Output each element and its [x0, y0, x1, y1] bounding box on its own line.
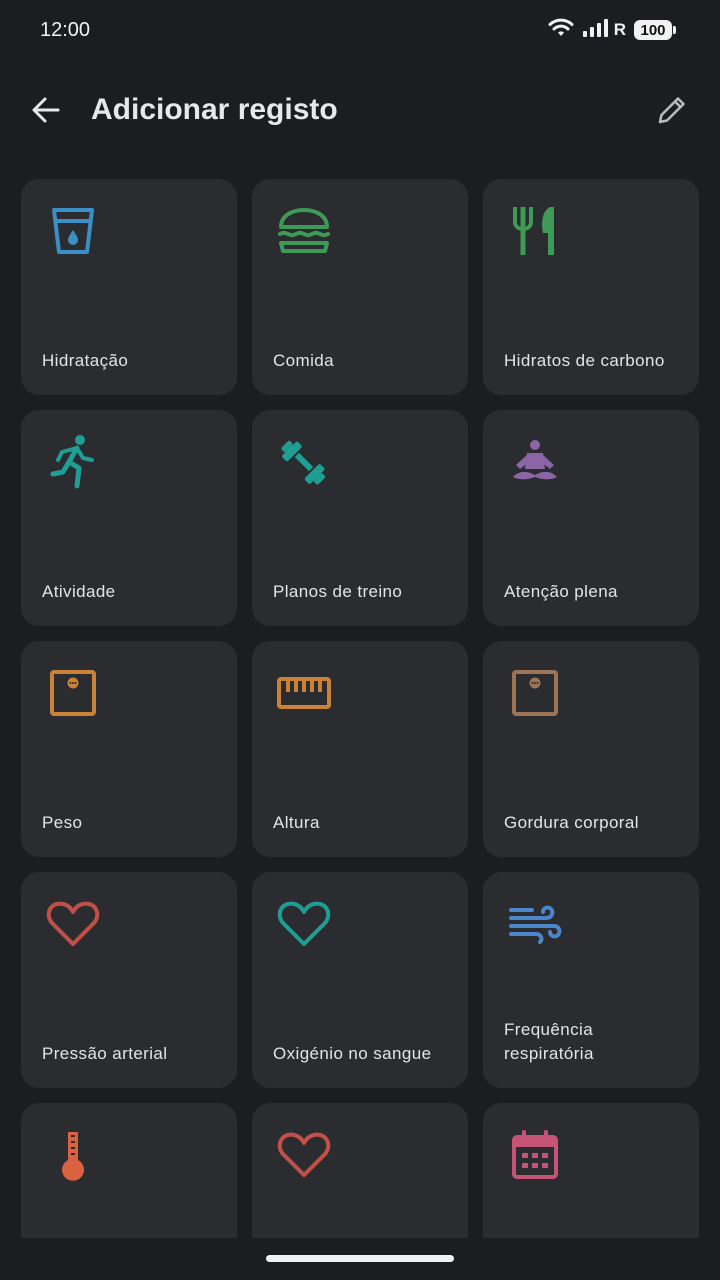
tile-label: Frequência respiratória	[504, 1020, 594, 1063]
tile-label: Comida	[273, 351, 334, 370]
tile-planos-de-treino[interactable]: Planos de treino	[252, 410, 468, 626]
signal-icon	[582, 18, 610, 43]
tile-oxigenio-no-sangue[interactable]: Oxigénio no sangue	[252, 872, 468, 1088]
tile-atencao-plena[interactable]: Atenção plena	[483, 410, 699, 626]
back-button[interactable]	[26, 90, 66, 130]
running-icon	[45, 434, 101, 490]
meditation-icon	[507, 434, 563, 490]
wifi-icon	[548, 18, 574, 43]
tile-gordura-corporal[interactable]: Gordura corporal	[483, 641, 699, 857]
tile-frequencia-respiratoria[interactable]: Frequência respiratória	[483, 872, 699, 1088]
tile-label: Peso	[42, 813, 83, 832]
page-title: Adicionar registo	[91, 93, 338, 126]
arrow-left-icon	[32, 97, 60, 123]
scale-icon	[507, 665, 563, 721]
tile-heart-rate[interactable]	[252, 1103, 468, 1239]
fork-knife-icon	[507, 203, 563, 259]
glass-water-icon	[45, 203, 101, 259]
tile-comida[interactable]: Comida	[252, 179, 468, 395]
home-indicator[interactable]	[266, 1255, 454, 1262]
thermometer-icon	[45, 1127, 101, 1183]
tile-label: Altura	[273, 813, 320, 832]
heart-icon	[45, 896, 101, 952]
tile-label: Gordura corporal	[504, 813, 639, 832]
tile-altura[interactable]: Altura	[252, 641, 468, 857]
tile-calendar[interactable]	[483, 1103, 699, 1239]
tile-hidratacao[interactable]: Hidratação	[21, 179, 237, 395]
battery-icon: 100	[634, 20, 676, 40]
edit-button[interactable]	[650, 88, 694, 132]
tile-label: Hidratação	[42, 351, 129, 370]
tile-label: Planos de treino	[273, 582, 403, 601]
tile-temperature[interactable]	[21, 1103, 237, 1239]
burger-icon	[276, 203, 332, 259]
app-bar: Adicionar registo	[0, 70, 720, 150]
tile-label: Atividade	[42, 582, 116, 601]
tile-label: Pressão arterial	[42, 1044, 168, 1063]
tile-label: Hidratos de carbono	[504, 351, 665, 370]
ruler-icon	[276, 665, 332, 721]
scale-icon	[45, 665, 101, 721]
tile-atividade[interactable]: Atividade	[21, 410, 237, 626]
heart-icon	[276, 1127, 332, 1183]
dumbbell-icon	[276, 434, 332, 490]
calendar-icon	[507, 1127, 563, 1183]
tile-label: Atenção plena	[504, 582, 618, 601]
status-bar: 12:00 R 100	[0, 0, 720, 60]
tile-hidratos-de-carbono[interactable]: Hidratos de carbono	[483, 179, 699, 395]
pencil-icon	[658, 97, 685, 124]
status-time: 12:00	[40, 18, 91, 41]
tile-label: Oxigénio no sangue	[273, 1044, 432, 1063]
status-icons: R 100	[548, 18, 676, 43]
heart-icon	[276, 896, 332, 952]
tile-peso[interactable]: Peso	[21, 641, 237, 857]
roaming-indicator: R	[613, 20, 626, 39]
wind-icon	[507, 896, 563, 952]
tile-pressao-arterial[interactable]: Pressão arterial	[21, 872, 237, 1088]
tile-grid: Hidratação Comida Hidratos de carbono At…	[21, 179, 699, 1239]
